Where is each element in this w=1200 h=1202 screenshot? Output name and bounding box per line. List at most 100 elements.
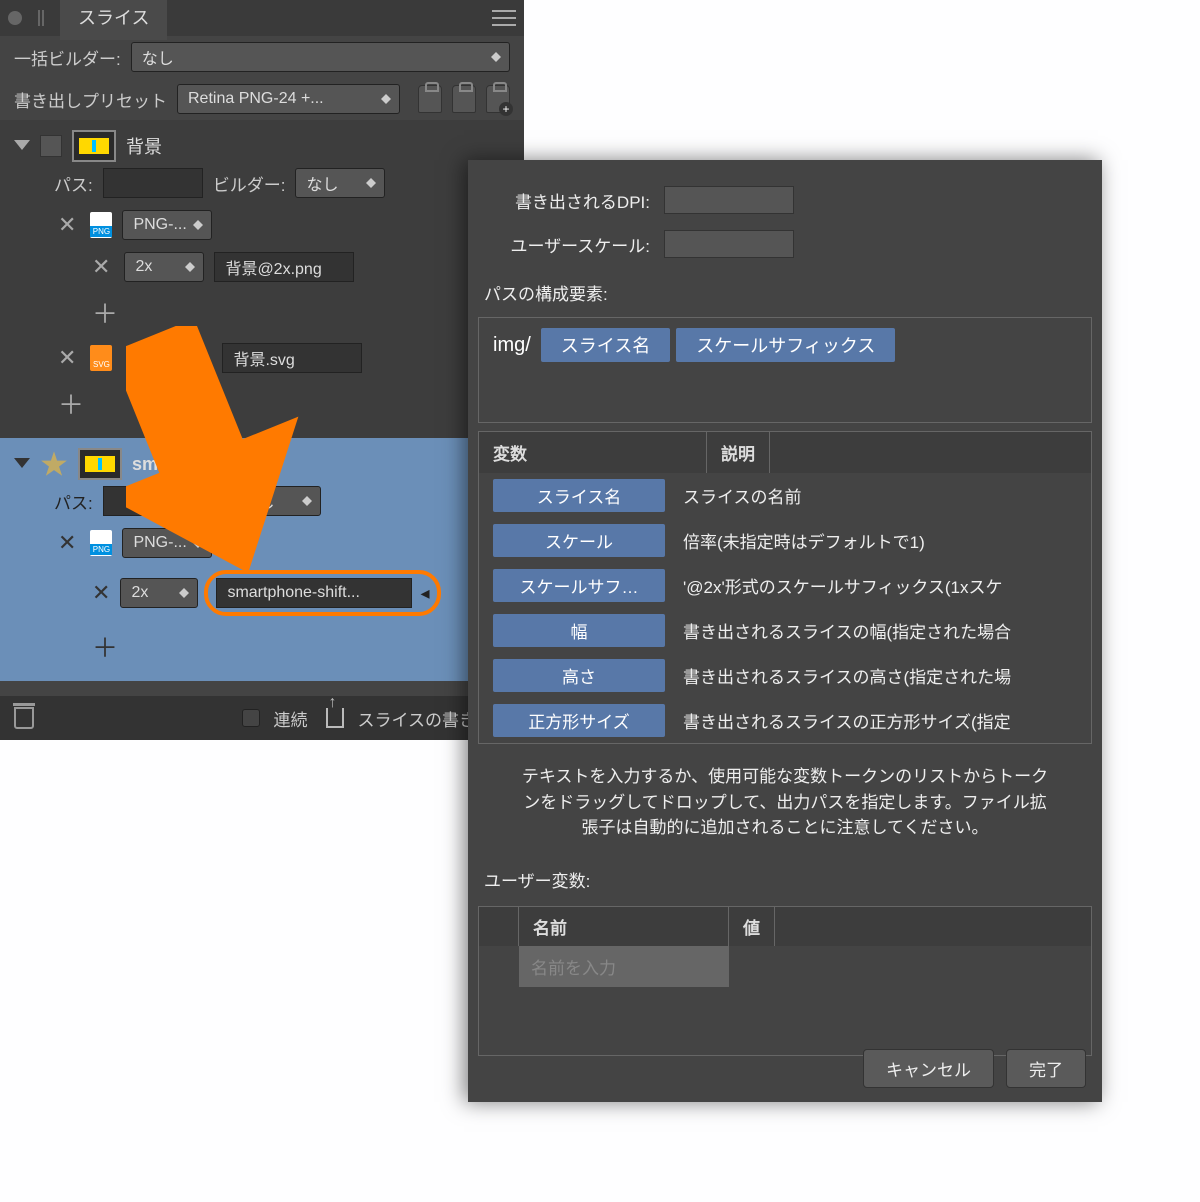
user-var-name-input[interactable]: 名前を入力 (519, 946, 729, 987)
var-token-width[interactable]: 幅 (493, 614, 665, 647)
clipboard-2-icon[interactable] (452, 85, 476, 113)
export-preset-select[interactable]: Retina PNG-24 +... (177, 84, 400, 114)
plus-icon[interactable]: ＋ (54, 385, 88, 422)
export-preset-row: 書き出しプリセット Retina PNG-24 +... (0, 78, 524, 120)
png-file-icon (90, 530, 112, 556)
drag-handle-icon[interactable] (38, 10, 50, 26)
output-svg-row: ✕ 背景.svg (14, 337, 510, 379)
panel-menu-icon[interactable] (492, 8, 516, 28)
var-desc: スライスの名前 (683, 483, 802, 508)
col-description: 説明 (707, 432, 770, 473)
var-desc: 書き出されるスライスの正方形サイズ(指定 (683, 708, 1011, 733)
slice-name-partial: sm ift (132, 454, 245, 475)
scale-select[interactable]: 2x (120, 578, 198, 608)
path-editor-dialog: 書き出されるDPI: ユーザースケール: パスの構成要素: img/ スライス名… (468, 160, 1102, 1102)
slice-color-swatch[interactable] (40, 135, 62, 157)
scale-row: ✕ 2x 背景@2x.png (14, 246, 510, 288)
batch-builder-label: 一括ビルダー: (14, 45, 121, 70)
continuous-checkbox[interactable] (242, 709, 260, 727)
scale-select[interactable]: 2x (124, 252, 204, 282)
path-label: パス: (54, 171, 93, 196)
add-output-row: ＋ (14, 379, 510, 428)
titlebar: スライス (0, 0, 524, 36)
filename-input[interactable]: 背景.svg (222, 343, 362, 373)
var-row: スライス名スライスの名前 (479, 473, 1091, 518)
path-input[interactable] (103, 486, 173, 516)
trash-icon[interactable] (14, 707, 34, 729)
close-icon[interactable]: ✕ (88, 580, 114, 606)
cancel-button[interactable]: キャンセル (863, 1049, 994, 1088)
var-desc: 書き出されるスライスの高さ(指定された場 (683, 663, 1011, 688)
slice-item-smartphone: sm ift パス: ダー: なし ✕ PNG-... ✕ 2x smartph… (0, 438, 524, 681)
plus-icon[interactable]: ＋ (88, 294, 122, 331)
path-components-header: パスの構成要素: (468, 266, 1102, 313)
plus-icon[interactable]: ＋ (88, 628, 122, 665)
builder-select[interactable]: なし (295, 168, 385, 198)
slice-name: 背景 (126, 133, 162, 159)
var-row: 正方形サイズ書き出されるスライスの正方形サイズ(指定 (479, 698, 1091, 743)
close-icon[interactable]: ✕ (54, 530, 80, 556)
var-desc: 倍率(未指定時はデフォルトで1) (683, 528, 925, 553)
dpi-input[interactable] (664, 186, 794, 214)
filename-input[interactable]: smartphone-shift... (216, 578, 412, 608)
variables-table: 変数 説明 スライス名スライスの名前 スケール倍率(未指定時はデフォルトで1) … (478, 431, 1092, 744)
var-token-height[interactable]: 高さ (493, 659, 665, 692)
close-icon[interactable]: ✕ (54, 345, 80, 371)
share-icon[interactable] (326, 708, 344, 728)
slice-path-row: パス: ダー: なし (14, 480, 510, 522)
tab-slices[interactable]: スライス (60, 0, 167, 40)
builder-select[interactable]: なし (231, 486, 321, 516)
caret-down-icon[interactable] (14, 140, 30, 158)
slice-thumbnail (72, 130, 116, 162)
user-scale-input[interactable] (664, 230, 794, 258)
slice-header[interactable]: 背景 (14, 130, 510, 162)
help-text: テキストを入力するか、使用可能な変数トークンのリストからトークンをドラッグしてド… (468, 752, 1102, 853)
var-token-square-size[interactable]: 正方形サイズ (493, 704, 665, 737)
clipboard-add-icon[interactable] (486, 85, 510, 113)
var-token-slice-name[interactable]: スライス名 (493, 479, 665, 512)
chip-slice-name[interactable]: スライス名 (541, 328, 670, 362)
caret-down-icon[interactable] (14, 458, 30, 476)
format-select[interactable]: PNG-... (122, 210, 212, 240)
png-file-icon (90, 212, 112, 238)
var-row: スケール倍率(未指定時はデフォルトで1) (479, 518, 1091, 563)
var-token-scale[interactable]: スケール (493, 524, 665, 557)
output-png-row: ✕ PNG-... (14, 522, 510, 564)
user-vars-header: ユーザー変数: (468, 853, 1102, 900)
var-desc: 書き出されるスライスの幅(指定された場合 (683, 618, 1011, 643)
done-button[interactable]: 完了 (1006, 1049, 1086, 1088)
chip-scale-suffix[interactable]: スケールサフィックス (676, 328, 895, 362)
slice-item-background: 背景 パス: ビルダー: なし ✕ PNG-... ✕ 2x 背景@2x.png… (0, 120, 524, 438)
col-name: 名前 (519, 907, 729, 946)
close-icon[interactable]: ✕ (54, 212, 80, 238)
add-scale-row: ＋ (14, 288, 510, 337)
var-row: スケールサフ… '@2x'形式のスケールサフィックス(1xスケ (479, 563, 1091, 608)
add-scale-row: ＋ (14, 622, 510, 671)
path-label: パス: (54, 489, 93, 514)
user-var-row: 名前を入力 (479, 946, 1091, 987)
filename-input[interactable]: 背景@2x.png (214, 252, 354, 282)
path-input[interactable] (103, 168, 203, 198)
batch-builder-select[interactable]: なし (131, 42, 510, 72)
clipboard-1-icon[interactable] (418, 85, 442, 113)
col-value: 値 (729, 907, 775, 946)
close-icon[interactable] (8, 11, 22, 25)
variables-header: 変数 説明 (479, 432, 1091, 473)
format-select[interactable]: PNG-... (122, 528, 212, 558)
user-vars-table: 名前 値 名前を入力 (478, 906, 1092, 1056)
slice-header[interactable]: sm ift (14, 448, 510, 480)
builder-label: ダー: (183, 489, 222, 514)
continuous-label: 連続 (274, 706, 308, 731)
export-preset-label: 書き出しプリセット (14, 87, 167, 112)
var-row: 高さ書き出されるスライスの高さ(指定された場 (479, 653, 1091, 698)
user-scale-row: ユーザースケール: (468, 222, 1102, 266)
dpi-label: 書き出されるDPI: (494, 188, 650, 213)
close-icon[interactable]: ✕ (88, 254, 114, 280)
path-components-box[interactable]: img/ スライス名 スケールサフィックス (478, 317, 1092, 423)
var-desc: '@2x'形式のスケールサフィックス(1xスケ (683, 573, 1002, 598)
scale-row: ✕ 2x smartphone-shift... ◂ (14, 564, 510, 622)
path-prefix[interactable]: img/ (489, 334, 535, 357)
batch-builder-row: 一括ビルダー: なし (0, 36, 524, 78)
var-token-scale-suffix[interactable]: スケールサフ… (493, 569, 665, 602)
output-png-row: ✕ PNG-... (14, 204, 510, 246)
